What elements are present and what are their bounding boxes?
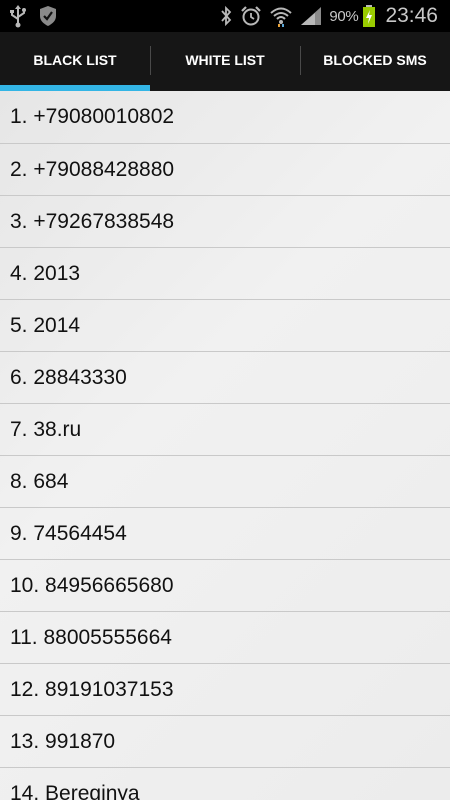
system-icons: 90% 23:46 [219, 0, 438, 32]
tab-bar: BLACK LIST WHITE LIST BLOCKED SMS [0, 32, 450, 91]
tab-label: BLACK LIST [33, 52, 117, 68]
list-item[interactable]: 4. 2013 [0, 248, 450, 300]
tab-blocked-sms[interactable]: BLOCKED SMS [300, 32, 450, 91]
battery-percent: 90% [329, 7, 359, 25]
list-item[interactable]: 1. +79080010802 [0, 91, 450, 144]
list-item[interactable]: 10. 84956665680 [0, 560, 450, 612]
tab-label: BLOCKED SMS [323, 52, 427, 68]
notification-icons [8, 0, 58, 32]
list-item[interactable]: 6. 28843330 [0, 352, 450, 404]
tab-black-list[interactable]: BLACK LIST [0, 32, 150, 91]
wifi-icon [269, 5, 293, 27]
list-item[interactable]: 14. Bereginya [0, 768, 450, 800]
bluetooth-icon [219, 5, 233, 27]
battery-charging-icon [362, 4, 376, 28]
list-item[interactable]: 9. 74564454 [0, 508, 450, 560]
list-item[interactable]: 2. +79088428880 [0, 144, 450, 196]
black-list[interactable]: 1. +79080010802 2. +79088428880 3. +7926… [0, 91, 450, 800]
tab-white-list[interactable]: WHITE LIST [150, 32, 300, 91]
list-item[interactable]: 8. 684 [0, 456, 450, 508]
shield-icon [38, 4, 58, 28]
list-item[interactable]: 13. 991870 [0, 716, 450, 768]
list-item[interactable]: 3. +79267838548 [0, 196, 450, 248]
list-item[interactable]: 7. 38.ru [0, 404, 450, 456]
signal-icon [300, 6, 322, 26]
tab-label: WHITE LIST [185, 52, 265, 68]
list-item[interactable]: 5. 2014 [0, 300, 450, 352]
list-item[interactable]: 12. 89191037153 [0, 664, 450, 716]
clock: 23:46 [385, 4, 438, 27]
alarm-icon [240, 5, 262, 27]
usb-icon [8, 4, 28, 28]
status-bar: 90% 23:46 [0, 0, 450, 32]
list-item[interactable]: 11. 88005555664 [0, 612, 450, 664]
